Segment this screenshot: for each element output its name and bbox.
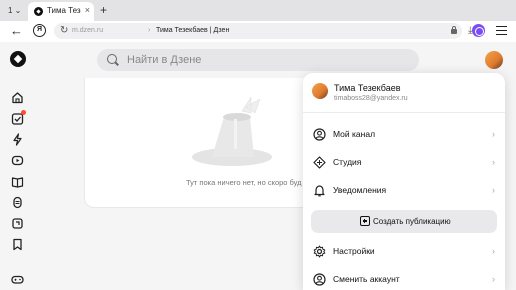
menu-item-my-channel[interactable]: Мой канал › bbox=[303, 123, 505, 147]
alice-assistant-icon[interactable] bbox=[472, 24, 485, 37]
user-icon bbox=[313, 128, 326, 141]
menu-item-switch-account[interactable]: Сменить аккаунт › bbox=[303, 268, 505, 290]
lightning-icon[interactable] bbox=[11, 133, 24, 146]
account-avatar bbox=[312, 83, 328, 99]
address-bar[interactable]: ↻ m.dzen.ru › Тима Тезекбаев | Дзен ⤓ bbox=[54, 23, 472, 39]
account-dropdown: Тима Тезекбаев timaboss28@yandex.ru Мой … bbox=[303, 73, 505, 290]
browser-tab-active[interactable]: Тима Тезекбаев × bbox=[28, 2, 94, 21]
browser-tab-strip: 1 ⌄ Тима Тезекбаев × + bbox=[0, 0, 516, 21]
yandex-button[interactable]: Я bbox=[33, 24, 46, 37]
switch-account-icon bbox=[313, 273, 326, 286]
url-separator: › bbox=[148, 27, 151, 34]
plus-icon bbox=[360, 216, 370, 226]
dzen-favicon-icon bbox=[34, 7, 43, 16]
create-publication-label: Создать публикацию bbox=[373, 217, 451, 226]
menu-item-studio[interactable]: Студия › bbox=[303, 151, 505, 175]
reload-icon[interactable]: ↻ bbox=[60, 24, 68, 38]
subscriptions-icon[interactable] bbox=[11, 110, 26, 125]
notification-badge bbox=[21, 110, 26, 115]
account-email: timaboss28@yandex.ru bbox=[334, 95, 408, 102]
chevron-right-icon: › bbox=[492, 185, 495, 195]
lock-icon[interactable] bbox=[451, 26, 457, 34]
podcasts-icon[interactable] bbox=[11, 196, 24, 209]
menu-item-label: Студия bbox=[333, 157, 362, 167]
video-icon[interactable] bbox=[11, 154, 24, 167]
feed-empty-message: Тут пока ничего нет, но скоро буд bbox=[186, 178, 302, 187]
gear-icon bbox=[313, 245, 326, 258]
bell-icon bbox=[313, 184, 326, 197]
search-input[interactable]: Найти в Дзене bbox=[97, 49, 419, 71]
menu-item-settings[interactable]: Настройки › bbox=[303, 240, 505, 264]
divider bbox=[303, 112, 505, 113]
channels-icon[interactable] bbox=[11, 217, 24, 230]
menu-item-label: Мой канал bbox=[333, 129, 376, 139]
magic-hat-illustration bbox=[150, 95, 295, 175]
menu-item-label: Настройки bbox=[333, 246, 375, 256]
home-icon[interactable] bbox=[11, 91, 24, 104]
menu-item-notifications[interactable]: Уведомления › bbox=[303, 179, 505, 203]
tab-close-icon[interactable]: × bbox=[85, 4, 90, 16]
dzen-logo-icon[interactable] bbox=[10, 51, 26, 67]
chevron-right-icon: › bbox=[492, 129, 495, 139]
avatar[interactable] bbox=[485, 51, 503, 69]
tab-counter[interactable]: 1 ⌄ bbox=[4, 4, 25, 18]
chevron-right-icon: › bbox=[492, 274, 495, 284]
create-publication-button[interactable]: Создать публикацию bbox=[311, 210, 497, 233]
new-tab-button[interactable]: + bbox=[100, 3, 107, 17]
account-name: Тима Тезекбаев bbox=[334, 83, 401, 93]
url-domain: m.dzen.ru bbox=[72, 27, 104, 34]
menu-item-label: Сменить аккаунт bbox=[333, 274, 400, 284]
chevron-right-icon: › bbox=[492, 246, 495, 256]
games-icon[interactable] bbox=[11, 273, 24, 286]
articles-book-icon[interactable] bbox=[11, 175, 24, 188]
menu-item-label: Уведомления bbox=[333, 185, 387, 195]
studio-icon bbox=[313, 156, 326, 169]
bookmark-icon[interactable] bbox=[11, 238, 24, 251]
sidebar bbox=[0, 78, 36, 290]
back-button[interactable]: ← bbox=[10, 23, 23, 39]
browser-menu-icon[interactable] bbox=[496, 26, 507, 35]
url-page-title: Тима Тезекбаев | Дзен bbox=[156, 27, 230, 34]
browser-toolbar: ← Я ↻ m.dzen.ru › Тима Тезекбаев | Дзен … bbox=[0, 21, 516, 42]
search-placeholder: Найти в Дзене bbox=[127, 54, 202, 66]
search-icon bbox=[107, 54, 117, 64]
tab-title: Тима Тезекбаев bbox=[47, 6, 81, 15]
chevron-right-icon: › bbox=[492, 157, 495, 167]
